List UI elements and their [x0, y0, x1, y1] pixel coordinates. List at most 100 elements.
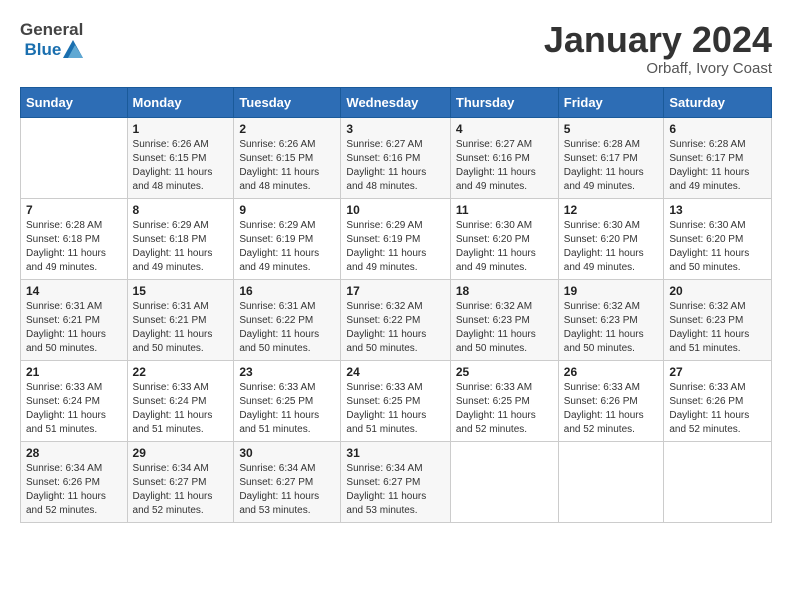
- calendar-cell: 27 Sunrise: 6:33 AM Sunset: 6:26 PM Dayli…: [664, 360, 772, 441]
- day-number: 20: [669, 284, 766, 298]
- calendar-cell: 19 Sunrise: 6:32 AM Sunset: 6:23 PM Dayli…: [558, 279, 664, 360]
- calendar-cell: 12 Sunrise: 6:30 AM Sunset: 6:20 PM Dayli…: [558, 198, 664, 279]
- calendar-cell: 21 Sunrise: 6:33 AM Sunset: 6:24 PM Dayli…: [21, 360, 128, 441]
- day-number: 12: [564, 203, 659, 217]
- day-number: 2: [239, 122, 335, 136]
- day-number: 11: [456, 203, 553, 217]
- column-header-tuesday: Tuesday: [234, 87, 341, 117]
- day-info: Sunrise: 6:33 AM Sunset: 6:24 PM Dayligh…: [133, 381, 229, 437]
- column-header-thursday: Thursday: [450, 87, 558, 117]
- day-info: Sunrise: 6:30 AM Sunset: 6:20 PM Dayligh…: [456, 219, 553, 275]
- day-info: Sunrise: 6:33 AM Sunset: 6:26 PM Dayligh…: [669, 381, 766, 437]
- calendar-cell: 13 Sunrise: 6:30 AM Sunset: 6:20 PM Dayli…: [664, 198, 772, 279]
- calendar-cell: 15 Sunrise: 6:31 AM Sunset: 6:21 PM Dayli…: [127, 279, 234, 360]
- day-number: 29: [133, 446, 229, 460]
- calendar-cell: 5Sunrise: 6:28 AM Sunset: 6:17 PM Daylig…: [558, 117, 664, 198]
- calendar-subtitle: Orbaff, Ivory Coast: [544, 60, 772, 77]
- day-info: Sunrise: 6:31 AM Sunset: 6:22 PM Dayligh…: [239, 300, 335, 356]
- day-number: 16: [239, 284, 335, 298]
- day-info: Sunrise: 6:32 AM Sunset: 6:23 PM Dayligh…: [669, 300, 766, 356]
- day-number: 9: [239, 203, 335, 217]
- day-info: Sunrise: 6:33 AM Sunset: 6:25 PM Dayligh…: [456, 381, 553, 437]
- calendar-cell: 8 Sunrise: 6:29 AM Sunset: 6:18 PM Daylig…: [127, 198, 234, 279]
- day-number: 18: [456, 284, 553, 298]
- day-number: 14: [26, 284, 122, 298]
- day-info: Sunrise: 6:31 AM Sunset: 6:21 PM Dayligh…: [26, 300, 122, 356]
- day-number: 10: [346, 203, 444, 217]
- logo-blue: Blue: [24, 40, 61, 60]
- day-info: Sunrise: 6:26 AM Sunset: 6:15 PM Dayligh…: [239, 138, 335, 194]
- day-number: 26: [564, 365, 659, 379]
- day-number: 6: [669, 122, 766, 136]
- day-info: Sunrise: 6:28 AM Sunset: 6:18 PM Dayligh…: [26, 219, 122, 275]
- day-info: Sunrise: 6:32 AM Sunset: 6:23 PM Dayligh…: [456, 300, 553, 356]
- day-number: 13: [669, 203, 766, 217]
- calendar-cell: 23 Sunrise: 6:33 AM Sunset: 6:25 PM Dayli…: [234, 360, 341, 441]
- day-info: Sunrise: 6:33 AM Sunset: 6:26 PM Dayligh…: [564, 381, 659, 437]
- calendar-cell: 7Sunrise: 6:28 AM Sunset: 6:18 PM Daylig…: [21, 198, 128, 279]
- day-info: Sunrise: 6:34 AM Sunset: 6:26 PM Dayligh…: [26, 462, 122, 518]
- day-number: 5: [564, 122, 659, 136]
- calendar-cell: [450, 441, 558, 522]
- calendar-cell: 1 Sunrise: 6:26 AM Sunset: 6:15 PM Daylig…: [127, 117, 234, 198]
- column-header-monday: Monday: [127, 87, 234, 117]
- day-info: Sunrise: 6:33 AM Sunset: 6:25 PM Dayligh…: [239, 381, 335, 437]
- column-header-friday: Friday: [558, 87, 664, 117]
- calendar-table: SundayMondayTuesdayWednesdayThursdayFrid…: [20, 87, 772, 523]
- day-info: Sunrise: 6:29 AM Sunset: 6:18 PM Dayligh…: [133, 219, 229, 275]
- day-info: Sunrise: 6:32 AM Sunset: 6:22 PM Dayligh…: [346, 300, 444, 356]
- calendar-cell: 28 Sunrise: 6:34 AM Sunset: 6:26 PM Dayli…: [21, 441, 128, 522]
- day-info: Sunrise: 6:30 AM Sunset: 6:20 PM Dayligh…: [669, 219, 766, 275]
- day-info: Sunrise: 6:27 AM Sunset: 6:16 PM Dayligh…: [346, 138, 444, 194]
- day-info: Sunrise: 6:34 AM Sunset: 6:27 PM Dayligh…: [346, 462, 444, 518]
- day-number: 31: [346, 446, 444, 460]
- day-info: Sunrise: 6:33 AM Sunset: 6:24 PM Dayligh…: [26, 381, 122, 437]
- day-info: Sunrise: 6:26 AM Sunset: 6:15 PM Dayligh…: [133, 138, 229, 194]
- calendar-cell: 29 Sunrise: 6:34 AM Sunset: 6:27 PM Dayli…: [127, 441, 234, 522]
- day-number: 21: [26, 365, 122, 379]
- day-info: Sunrise: 6:31 AM Sunset: 6:21 PM Dayligh…: [133, 300, 229, 356]
- day-info: Sunrise: 6:30 AM Sunset: 6:20 PM Dayligh…: [564, 219, 659, 275]
- day-info: Sunrise: 6:32 AM Sunset: 6:23 PM Dayligh…: [564, 300, 659, 356]
- day-number: 8: [133, 203, 229, 217]
- day-number: 4: [456, 122, 553, 136]
- day-info: Sunrise: 6:34 AM Sunset: 6:27 PM Dayligh…: [239, 462, 335, 518]
- day-info: Sunrise: 6:34 AM Sunset: 6:27 PM Dayligh…: [133, 462, 229, 518]
- day-number: 24: [346, 365, 444, 379]
- calendar-cell: 31 Sunrise: 6:34 AM Sunset: 6:27 PM Dayli…: [341, 441, 450, 522]
- calendar-cell: 16 Sunrise: 6:31 AM Sunset: 6:22 PM Dayli…: [234, 279, 341, 360]
- calendar-cell: 14 Sunrise: 6:31 AM Sunset: 6:21 PM Dayli…: [21, 279, 128, 360]
- day-number: 28: [26, 446, 122, 460]
- calendar-cell: [558, 441, 664, 522]
- day-info: Sunrise: 6:28 AM Sunset: 6:17 PM Dayligh…: [669, 138, 766, 194]
- calendar-cell: 30 Sunrise: 6:34 AM Sunset: 6:27 PM Dayli…: [234, 441, 341, 522]
- day-number: 27: [669, 365, 766, 379]
- day-info: Sunrise: 6:27 AM Sunset: 6:16 PM Dayligh…: [456, 138, 553, 194]
- calendar-cell: 26 Sunrise: 6:33 AM Sunset: 6:26 PM Dayli…: [558, 360, 664, 441]
- day-number: 19: [564, 284, 659, 298]
- logo: General Blue: [20, 20, 83, 59]
- title-section: January 2024 Orbaff, Ivory Coast: [544, 20, 772, 77]
- day-number: 15: [133, 284, 229, 298]
- day-number: 30: [239, 446, 335, 460]
- calendar-title: January 2024: [544, 20, 772, 60]
- calendar-cell: 6 Sunrise: 6:28 AM Sunset: 6:17 PM Daylig…: [664, 117, 772, 198]
- column-header-sunday: Sunday: [21, 87, 128, 117]
- day-number: 25: [456, 365, 553, 379]
- logo-general: General: [20, 20, 83, 40]
- calendar-cell: 3 Sunrise: 6:27 AM Sunset: 6:16 PM Daylig…: [341, 117, 450, 198]
- column-header-saturday: Saturday: [664, 87, 772, 117]
- day-number: 1: [133, 122, 229, 136]
- calendar-cell: 20 Sunrise: 6:32 AM Sunset: 6:23 PM Dayli…: [664, 279, 772, 360]
- day-number: 3: [346, 122, 444, 136]
- day-number: 23: [239, 365, 335, 379]
- calendar-cell: 11 Sunrise: 6:30 AM Sunset: 6:20 PM Dayli…: [450, 198, 558, 279]
- day-info: Sunrise: 6:29 AM Sunset: 6:19 PM Dayligh…: [239, 219, 335, 275]
- calendar-cell: 22Sunrise: 6:33 AM Sunset: 6:24 PM Dayli…: [127, 360, 234, 441]
- calendar-cell: 9 Sunrise: 6:29 AM Sunset: 6:19 PM Daylig…: [234, 198, 341, 279]
- calendar-cell: 4 Sunrise: 6:27 AM Sunset: 6:16 PM Daylig…: [450, 117, 558, 198]
- day-number: 17: [346, 284, 444, 298]
- calendar-cell: 17 Sunrise: 6:32 AM Sunset: 6:22 PM Dayli…: [341, 279, 450, 360]
- calendar-cell: 24Sunrise: 6:33 AM Sunset: 6:25 PM Dayli…: [341, 360, 450, 441]
- day-info: Sunrise: 6:29 AM Sunset: 6:19 PM Dayligh…: [346, 219, 444, 275]
